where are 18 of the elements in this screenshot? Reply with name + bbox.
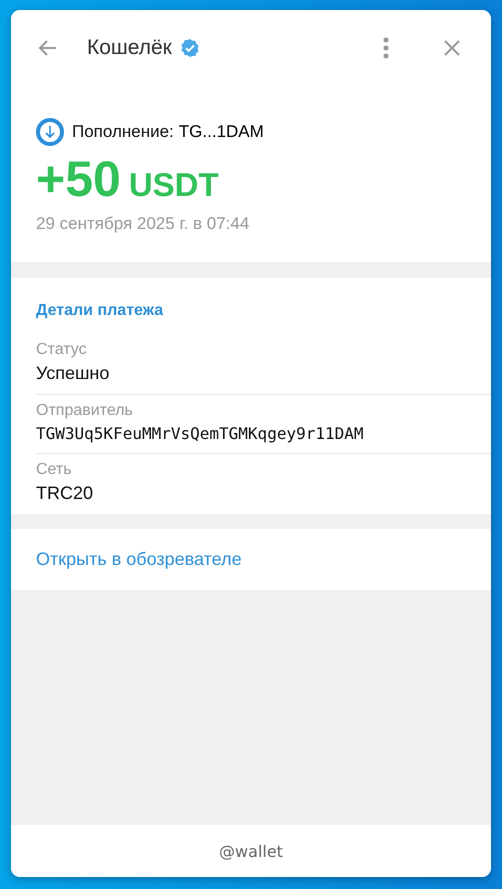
detail-label: Сеть <box>36 461 73 479</box>
section-heading: Детали платежа <box>36 302 164 320</box>
detail-value: Успешно <box>36 363 110 384</box>
detail-value: TRC20 <box>36 483 94 504</box>
detail-label: Статус <box>36 341 88 359</box>
transaction-date: 29 сентября 2025 г. в 07:44 <box>36 214 250 234</box>
detail-label: Отправитель <box>36 402 134 420</box>
download-icon <box>36 118 64 146</box>
explorer-link[interactable]: Открыть в обозревателе <box>36 549 242 569</box>
detail-value: TGW3Uq5KFeuMMrVsQemTGMKqgey9r11DAM <box>36 424 365 443</box>
transaction-address: TG...1DAM <box>178 122 264 142</box>
close-icon[interactable] <box>443 38 461 56</box>
bot-username: @wallet <box>219 842 283 860</box>
more-icon[interactable] <box>383 36 389 58</box>
transaction-label: Пополнение: <box>72 122 174 142</box>
window-title: Кошелёк <box>87 36 172 60</box>
amount: +50 <box>36 150 121 208</box>
currency: USDT <box>128 166 219 204</box>
